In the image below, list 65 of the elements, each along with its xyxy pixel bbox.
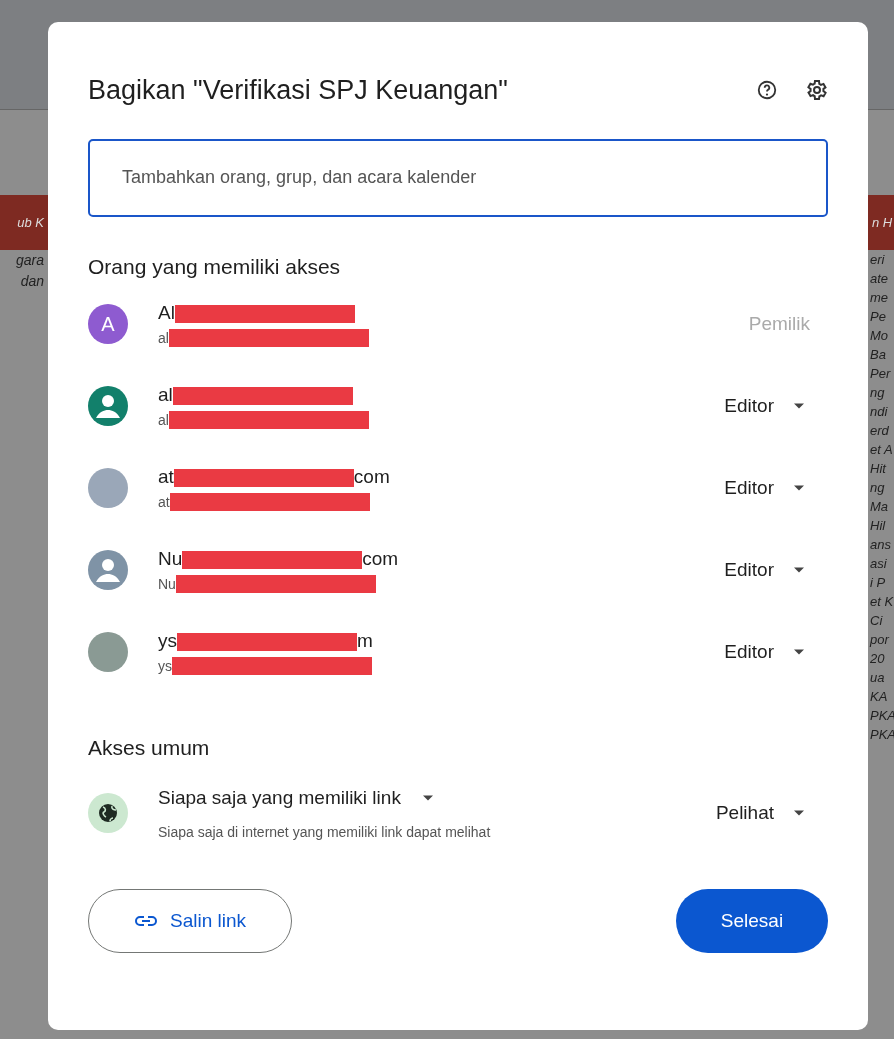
sheet-text: Hil — [869, 517, 887, 535]
settings-icon[interactable] — [804, 78, 828, 103]
sheet-text: Ba — [869, 346, 887, 364]
sheet-text: Mo — [869, 327, 890, 345]
done-button[interactable]: Selesai — [676, 889, 828, 953]
role-dropdown[interactable]: Editor — [724, 473, 804, 503]
person-name: al — [158, 383, 173, 408]
link-icon — [133, 915, 158, 927]
caret-icon — [794, 567, 804, 573]
person-name: m — [357, 629, 373, 654]
sheet-text: ua — [869, 669, 886, 687]
caret-icon — [794, 485, 804, 491]
person-email: at — [158, 492, 170, 512]
help-icon[interactable] — [756, 79, 778, 102]
role-dropdown[interactable]: Editor — [724, 391, 804, 421]
section-heading: Akses umum — [88, 735, 211, 761]
role-dropdown[interactable]: Editor — [724, 637, 804, 667]
person-email: al — [158, 410, 169, 430]
person-name: Al — [158, 301, 175, 326]
sheet-text: ng — [869, 384, 886, 402]
access-dropdown[interactable]: Siapa saja yang memiliki link — [158, 783, 433, 812]
sheet-text: Per — [869, 365, 892, 383]
globe-icon — [88, 793, 128, 834]
sheet-text: Pe — [869, 308, 887, 326]
sheet-text: asi — [869, 555, 888, 573]
sheet-text: et K — [869, 593, 894, 611]
sheet-text: et A — [869, 441, 894, 459]
sheet-text: ng — [869, 479, 886, 497]
sheet-text: KA — [869, 688, 889, 706]
role-label: Pemilik — [748, 311, 810, 336]
person-name: com — [362, 547, 399, 572]
sheet-text: me — [869, 289, 890, 307]
sheet-text: Hit — [869, 460, 888, 478]
section-heading: Orang yang memiliki akses — [88, 253, 342, 280]
caret-icon — [794, 649, 804, 655]
add-people-field[interactable]: Tambahkan orang, grup, dan acara kalender — [88, 138, 828, 217]
person-email: ys — [158, 656, 172, 676]
sheet-text: eri — [869, 251, 886, 269]
person-name: ys — [158, 629, 177, 654]
dialog-title: Bagikan "Verifikasi SPJ Keuangan" — [88, 74, 509, 107]
person-email: al — [158, 328, 169, 348]
person-name: com — [353, 465, 390, 490]
sheet-text: ate — [869, 270, 890, 288]
avatar: A — [88, 304, 128, 344]
caret-icon — [794, 403, 804, 409]
caret-icon — [422, 794, 433, 801]
caret-icon — [794, 810, 804, 817]
sheet-text: ans — [869, 536, 892, 554]
role-dropdown[interactable]: Pelihat — [715, 799, 804, 828]
sheet-text: dan — [19, 272, 45, 291]
sheet-text: por — [868, 631, 891, 649]
person-name: Nu — [158, 547, 183, 572]
sheet-text: Ci — [869, 612, 884, 630]
sheet-text: ndi — [869, 403, 889, 421]
role-dropdown[interactable]: Editor — [724, 555, 804, 585]
sheet-text: gara — [14, 251, 45, 270]
sheet-text: i P — [869, 574, 887, 592]
person-email: Nu — [158, 574, 176, 594]
sheet-text: 20 — [869, 650, 886, 668]
sheet-text: erd — [869, 422, 890, 440]
header-cell: ub K — [0, 195, 48, 250]
access-description: Siapa saja di internet yang memiliki link dapat melihat — [158, 823, 492, 842]
sheet-text: Ma — [869, 498, 890, 516]
header-cell: n H — [868, 195, 894, 250]
person-name: at — [158, 465, 174, 490]
